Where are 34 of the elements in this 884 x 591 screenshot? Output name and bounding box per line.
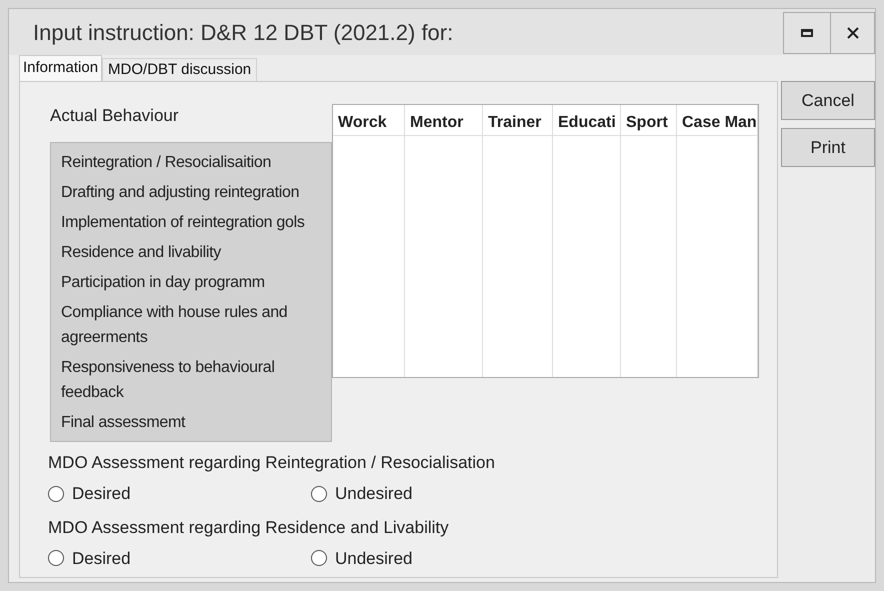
radio-option[interactable]: Undesired [311,481,574,506]
list-item[interactable]: Reintegration / Resocialisaition [61,147,321,177]
radio-option[interactable]: Undesired [311,546,574,571]
tab[interactable]: MDO/DBT discussion [102,58,258,81]
radio-button[interactable] [48,486,64,502]
radio-option[interactable]: Desired [48,546,311,571]
assessment-label: MDO Assessment regarding Reintegration / Resocialisation [48,452,496,474]
radio-option[interactable]: Desired [48,481,311,506]
column-header[interactable]: Sport [621,105,677,135]
radio-button[interactable] [311,550,327,566]
list-item[interactable]: Final assessmemt [61,407,321,437]
column-header[interactable]: Educati [553,105,621,135]
column-header[interactable]: Worck [333,105,405,135]
close-icon [846,27,858,39]
column-header[interactable]: Case Man [677,105,758,135]
dialog-button[interactable]: Cancel [781,81,875,120]
close-button[interactable] [831,12,875,54]
dialog-button[interactable]: Print [781,128,875,167]
list-item[interactable]: Participation in day programm [61,267,321,297]
list-item[interactable]: Residence and livability [61,237,321,267]
radio-button[interactable] [311,486,327,502]
assessment-label: MDO Assessment regarding Residence and Livability [48,516,450,538]
list-item[interactable]: Responsiveness to behavioural feedback [61,352,321,407]
column-header[interactable]: Mentor [405,105,483,135]
section-label: Actual Behaviour [50,105,180,127]
radio-button[interactable] [48,550,64,566]
minimize-icon [801,29,813,37]
list-item[interactable]: Compliance with house rules and agreerments [61,297,321,352]
list-item[interactable]: Drafting and adjusting reintegration [61,177,321,207]
column-header[interactable]: Trainer [483,105,553,135]
minimize-button[interactable] [783,12,831,54]
window-title: Input instruction: D&R 12 DBT (2021.2) for: [33,18,454,47]
tab[interactable]: Information [19,55,102,81]
list-item[interactable]: Implementation of reintegration gols [61,207,321,237]
